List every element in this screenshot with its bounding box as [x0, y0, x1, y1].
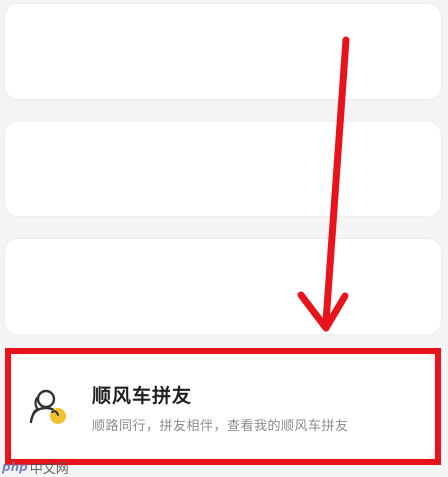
menu-card-3[interactable]	[4, 238, 442, 335]
carpool-description: 顺路同行，拼友相伴，查看我的顺风车拼友	[92, 419, 349, 434]
carpool-friends-card[interactable]: 顺风车拼友 顺路同行，拼友相伴，查看我的顺风车拼友	[12, 355, 434, 458]
watermark-logo: php	[2, 460, 28, 474]
watermark: php 中文网	[2, 458, 69, 477]
screen: 顺风车拼友 顺路同行，拼友相伴，查看我的顺风车拼友 php 中文网	[0, 0, 448, 477]
menu-card-1[interactable]	[4, 3, 442, 100]
people-icon	[28, 388, 70, 426]
watermark-text: 中文网	[29, 461, 69, 477]
menu-card-2[interactable]	[4, 121, 442, 217]
carpool-title: 顺风车拼友	[92, 385, 193, 407]
